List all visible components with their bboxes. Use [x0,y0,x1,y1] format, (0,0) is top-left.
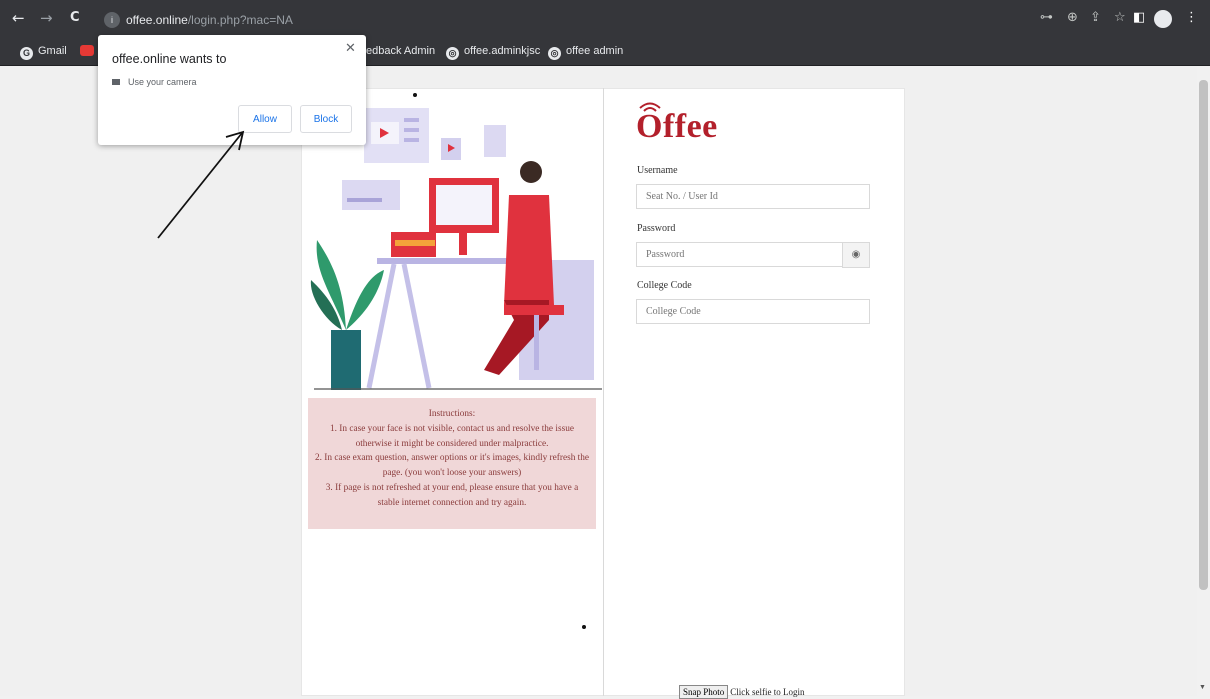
globe-icon: ◎ [548,47,561,60]
bookmark-adminkjsc[interactable]: ◎ offee.adminkjsc [446,45,540,60]
bookmark-gmail-label: Gmail [38,45,67,57]
star-icon[interactable]: ☆ [1114,10,1126,26]
username-label: Username [637,165,678,176]
bookmark-feedback-admin[interactable]: edback Admin [366,45,435,57]
zoom-icon[interactable]: ⊕ [1067,10,1078,26]
youtube-icon[interactable] [80,45,94,56]
eye-icon[interactable]: ◉ [842,242,870,268]
instruction-item: 3. If page is not refreshed at your end,… [325,482,579,508]
url-path: /login.php?mac=NA [187,13,293,27]
college-code-input[interactable] [636,299,870,324]
instruction-item: 2. In case exam question, answer options… [314,453,590,479]
username-input[interactable] [636,184,870,209]
gmail-icon: G [20,47,33,60]
password-label: Password [637,223,676,234]
snap-photo-button[interactable]: Snap Photo [679,685,729,699]
url-text[interactable]: offee.online/login.php?mac=NA [126,13,293,27]
reload-icon[interactable]: C [70,10,80,26]
scroll-down-icon[interactable]: ▼ [1199,684,1206,691]
back-icon[interactable]: ← [12,10,25,26]
share-icon[interactable]: ⇪ [1090,10,1101,26]
bookmark-offee-admin[interactable]: ◎ offee admin [548,45,623,60]
offee-logo: Offee [636,100,718,146]
bookmark-offee-admin-label: offee admin [566,45,624,57]
bookmark-adminkjsc-label: offee.adminkjsc [464,45,541,57]
forward-icon[interactable]: → [40,10,53,26]
instruction-item: 1. In case your face is not visible, con… [330,423,574,449]
profile-avatar-icon[interactable] [1154,10,1172,28]
wifi-signal-icon [639,102,661,112]
menu-icon[interactable]: ⋮ [1185,10,1198,26]
scrollbar-thumb[interactable] [1199,80,1208,590]
block-button[interactable]: Block [300,105,352,133]
bookmark-feedback-label: edback Admin [366,45,436,57]
password-input[interactable] [636,242,843,267]
college-code-label: College Code [637,280,692,291]
instructions-heading: Instructions: [428,409,476,419]
globe-icon: ◎ [446,47,459,60]
permission-title: offee.online wants to [112,52,227,66]
permission-item: Use your camera [112,77,197,87]
url-host: offee.online [126,13,188,27]
permission-text: Use your camera [128,77,197,87]
annotation-arrow-icon [157,130,245,239]
browser-toolbar: ← → C i offee.online/login.php?mac=NA ⊶ … [0,0,1210,38]
camera-icon [112,79,120,85]
key-icon[interactable]: ⊶ [1040,10,1053,26]
stray-dot [582,625,586,629]
sidepanel-icon[interactable]: ◧ [1133,10,1145,26]
site-info-icon[interactable]: i [104,12,120,28]
snap-photo-row: Snap Photo Click selfie to Login [679,685,805,699]
stray-dot [413,93,417,97]
close-icon[interactable]: ✕ [345,41,356,56]
bookmark-gmail[interactable]: G Gmail [20,45,67,60]
instructions-box: Instructions: 1. In case your face is no… [308,398,596,529]
